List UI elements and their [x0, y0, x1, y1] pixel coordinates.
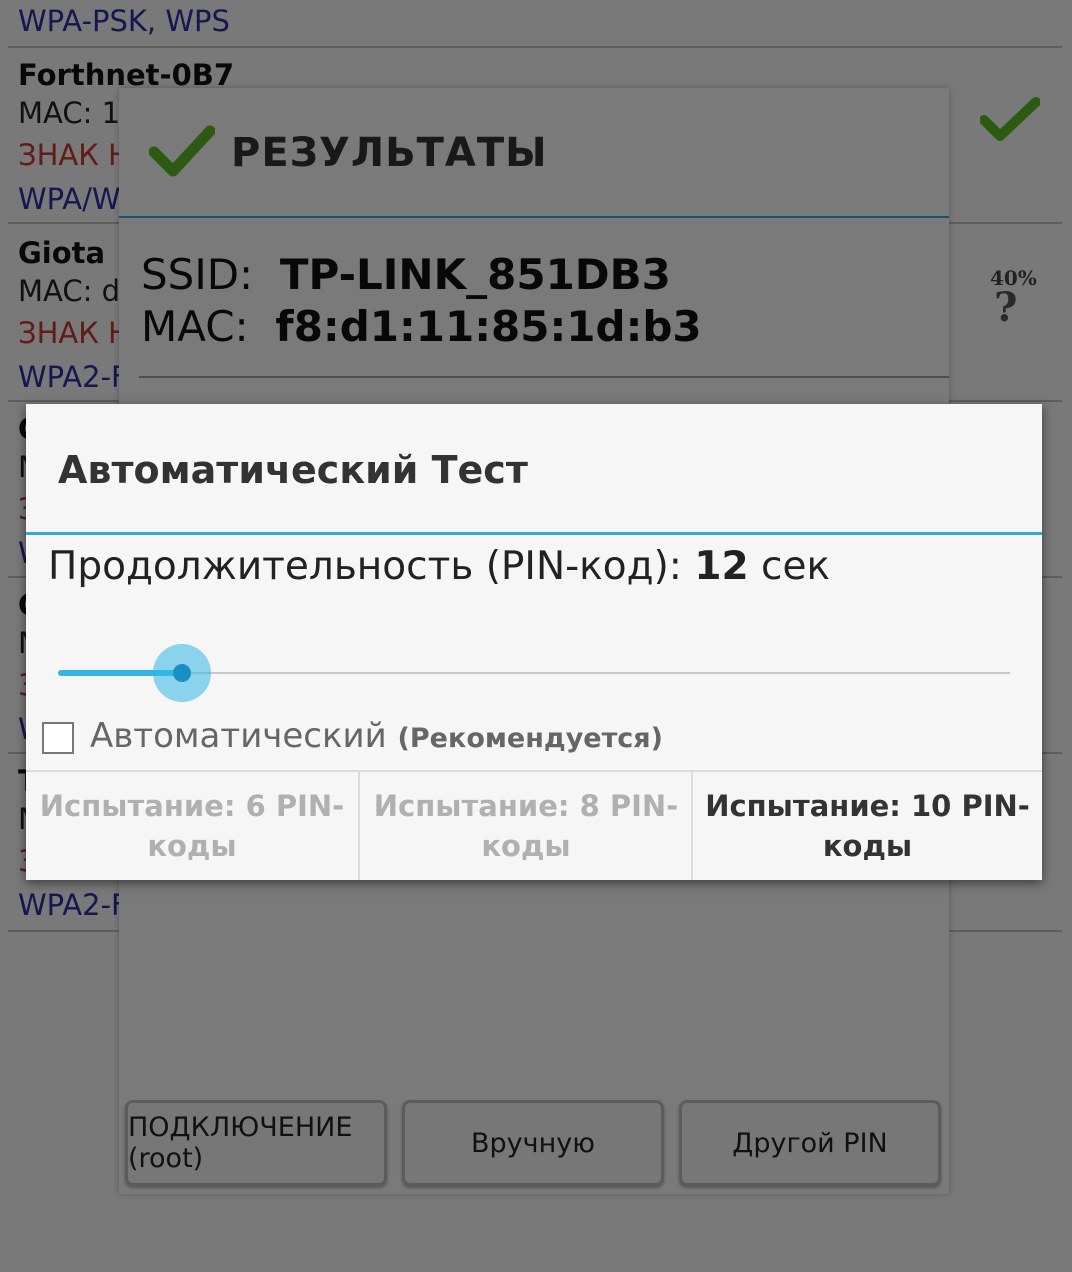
duration-unit: сек — [761, 544, 831, 589]
title-divider — [26, 532, 1042, 535]
auto-checkbox-label[interactable]: Автоматический (Рекомендуется) — [90, 716, 663, 756]
test-10-pin-button[interactable]: Испытание: 10 PIN-коды — [693, 772, 1042, 880]
duration-value: 12 — [694, 544, 749, 589]
duration-text: Продолжительность (PIN-код): 12 сек — [48, 544, 830, 589]
slider-thumb[interactable] — [172, 664, 191, 682]
duration-label: Продолжительность (PIN-код): — [48, 544, 682, 589]
test-6-pin-button[interactable]: Испытание: 6 PIN-коды — [26, 772, 358, 880]
test-8-pin-button[interactable]: Испытание: 8 PIN-коды — [360, 772, 692, 880]
auto-test-dialog: Автоматический Тест Продолжительность (P… — [26, 404, 1042, 880]
auto-checkbox[interactable] — [42, 722, 74, 754]
dialog-title: Автоматический Тест — [58, 448, 528, 492]
checkbox-text: Автоматический — [90, 716, 387, 756]
checkbox-hint: (Рекомендуется) — [397, 723, 663, 754]
